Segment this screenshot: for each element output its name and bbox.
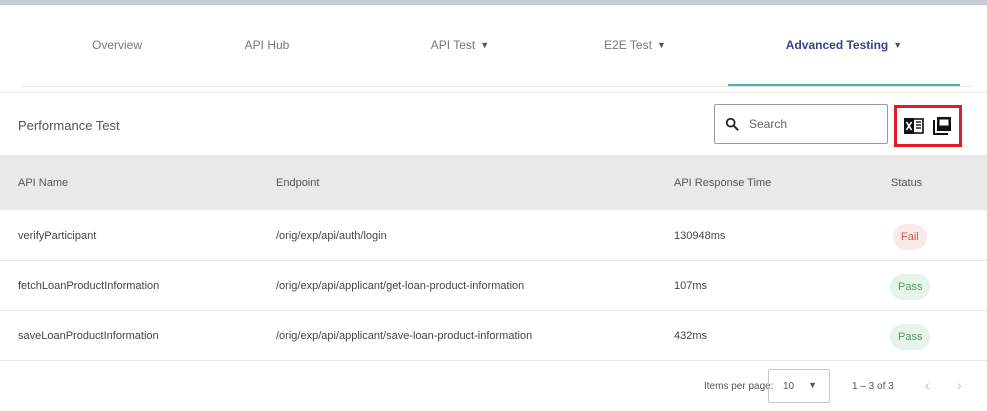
table-header: API Name Endpoint API Response Time Stat… <box>0 155 987 210</box>
previous-page-button[interactable]: ‹ <box>925 377 930 393</box>
tab-label: E2E Test <box>604 38 652 52</box>
response-time-cell: 432ms <box>674 330 708 342</box>
column-header-status[interactable]: Status <box>891 155 922 210</box>
api-name-cell: saveLoanProductInformation <box>18 330 159 342</box>
items-per-page-label: Items per page: <box>704 381 774 392</box>
status-badge: Fail <box>893 224 927 250</box>
main-nav: Overview API Hub API Test ▼ E2E Test ▼ A… <box>0 5 987 85</box>
paginator: Items per page: 10 ▼ 1 – 3 of 3 ‹ › <box>0 363 987 411</box>
tab-label: API Test <box>430 38 476 52</box>
tab-e2e-test[interactable]: E2E Test ▼ <box>545 5 725 85</box>
api-name-cell: verifyParticipant <box>18 230 97 242</box>
chevron-down-icon: ▼ <box>656 40 666 50</box>
page-range: 1 – 3 of 3 <box>852 381 894 392</box>
items-per-page-value: 10 <box>783 380 795 392</box>
search-box[interactable] <box>714 104 888 144</box>
status-badge: Pass <box>890 274 931 300</box>
chevron-down-icon: ▼ <box>808 380 817 390</box>
page-title: Performance Test <box>18 118 120 133</box>
endpoint-cell: /orig/exp/api/applicant/save-loan-produc… <box>276 330 533 342</box>
items-per-page-select[interactable]: 10 ▼ <box>768 369 830 403</box>
column-header-api-name[interactable]: API Name <box>18 155 68 210</box>
export-actions <box>894 105 962 147</box>
nav-divider <box>22 86 972 87</box>
status-badge: Pass <box>890 324 931 350</box>
chevron-down-icon: ▼ <box>480 40 490 50</box>
endpoint-cell: /orig/exp/api/applicant/get-loan-product… <box>276 280 525 292</box>
pdf-export-icon <box>933 117 951 135</box>
chevron-down-icon: ▼ <box>893 40 903 50</box>
excel-export-button[interactable] <box>904 116 924 136</box>
excel-export-icon <box>904 118 924 134</box>
column-header-response-time[interactable]: API Response Time <box>674 155 771 210</box>
tab-label: Overview <box>91 38 142 52</box>
search-input[interactable] <box>749 117 869 131</box>
tab-advanced-testing[interactable]: Advanced Testing ▼ <box>728 5 960 85</box>
column-header-endpoint[interactable]: Endpoint <box>276 155 319 210</box>
endpoint-cell: /orig/exp/api/auth/login <box>276 230 387 242</box>
tab-api-test[interactable]: API Test ▼ <box>360 5 560 85</box>
tab-label: Advanced Testing <box>785 38 889 52</box>
pdf-export-button[interactable] <box>932 116 952 136</box>
response-time-cell: 130948ms <box>674 230 726 242</box>
tab-label: API Hub <box>244 38 290 52</box>
table-row: saveLoanProductInformation /orig/exp/api… <box>0 311 987 361</box>
table-row: fetchLoanProductInformation /orig/exp/ap… <box>0 261 987 311</box>
next-page-button[interactable]: › <box>957 377 962 393</box>
search-icon <box>725 117 739 131</box>
tab-overview[interactable]: Overview <box>22 5 212 85</box>
api-name-cell: fetchLoanProductInformation <box>18 280 160 292</box>
tab-api-hub[interactable]: API Hub <box>212 5 322 85</box>
table-row: verifyParticipant /orig/exp/api/auth/log… <box>0 211 987 261</box>
response-time-cell: 107ms <box>674 280 708 292</box>
